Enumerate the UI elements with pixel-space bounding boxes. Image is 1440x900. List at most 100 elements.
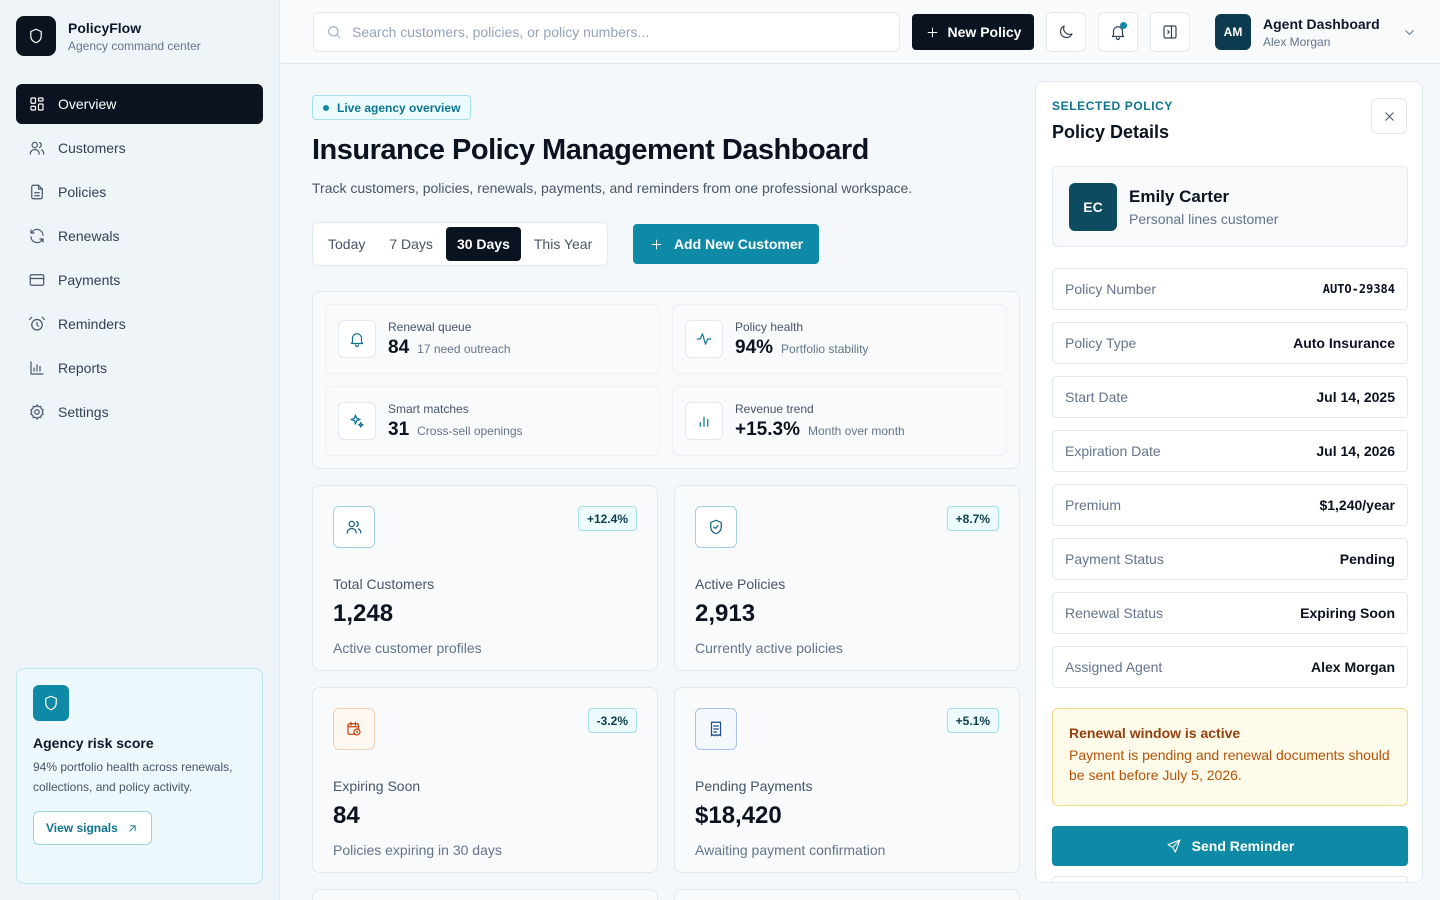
insight-label: Renewal queue xyxy=(388,319,472,334)
field-expiration-date: Expiration Date Jul 14, 2026 xyxy=(1052,430,1408,472)
customer-card[interactable]: EC Emily Carter Personal lines customer xyxy=(1052,166,1408,247)
insight-revenue-trend[interactable]: Revenue trend +15.3% Month over month xyxy=(672,386,1007,456)
close-button[interactable] xyxy=(1371,98,1407,134)
sidebar-item-label: Policies xyxy=(58,184,107,200)
users-icon xyxy=(333,506,375,548)
field-label: Assigned Agent xyxy=(1065,659,1163,675)
range-this-year[interactable]: This Year xyxy=(523,227,603,261)
stat-card-pending-payments[interactable]: +5.1% Pending Payments $18,420 Awaiting … xyxy=(674,687,1020,873)
view-signals-button[interactable]: View signals xyxy=(33,811,152,845)
stat-card-total-customers[interactable]: +12.4% Total Customers 1,248 Active cust… xyxy=(312,485,658,671)
insight-label: Policy health xyxy=(735,319,804,334)
live-overview-badge: Live agency overview xyxy=(312,95,472,120)
field-value: Auto Insurance xyxy=(1293,335,1395,351)
field-label: Start Date xyxy=(1065,389,1129,405)
search-input[interactable]: Search customers, policies, or policy nu… xyxy=(313,12,900,52)
field-label: Policy Type xyxy=(1065,335,1137,351)
card-icon xyxy=(28,271,46,289)
new-policy-label: New Policy xyxy=(947,24,1022,40)
moon-icon xyxy=(1057,23,1075,41)
field-value: Jul 14, 2025 xyxy=(1316,389,1395,405)
insight-note: Month over month xyxy=(807,423,905,438)
insight-smart-matches[interactable]: Smart matches 31 Cross-sell openings xyxy=(325,386,660,456)
calendar-clock-icon xyxy=(333,708,375,750)
profile-title: Agent Dashboard xyxy=(1263,15,1380,32)
theme-toggle-button[interactable] xyxy=(1046,12,1086,52)
sparkles-icon xyxy=(338,402,376,440)
shield-logo-icon xyxy=(16,16,56,56)
panel-icon xyxy=(1161,23,1179,41)
bar-chart-icon xyxy=(685,402,723,440)
page-subtitle: Track customers, policies, renewals, pay… xyxy=(312,180,913,196)
field-value: Expiring Soon xyxy=(1300,605,1395,621)
stat-value: 2,913 xyxy=(695,600,756,627)
bar-chart-icon xyxy=(28,359,46,377)
insight-policy-health[interactable]: Policy health 94% Portfolio stability xyxy=(672,304,1007,374)
insight-renewal-queue[interactable]: Renewal queue 84 17 need outreach xyxy=(325,304,660,374)
change-badge: +12.4% xyxy=(577,506,637,531)
sidebar-item-reports[interactable]: Reports xyxy=(16,348,263,388)
date-range-selector: Today 7 Days 30 Days This Year xyxy=(312,222,609,266)
field-policy-type: Policy Type Auto Insurance xyxy=(1052,322,1408,364)
range-today[interactable]: Today xyxy=(317,227,376,261)
stat-card-expiring-soon[interactable]: -3.2% Expiring Soon 84 Policies expiring… xyxy=(312,687,658,873)
sidebar: PolicyFlow Agency command center Overvie… xyxy=(0,0,280,900)
range-30-days[interactable]: 30 Days xyxy=(445,227,521,261)
sidebar-item-renewals[interactable]: Renewals xyxy=(16,216,263,256)
field-label: Premium xyxy=(1065,497,1122,513)
topbar: Search customers, policies, or policy nu… xyxy=(281,0,1440,64)
shield-icon xyxy=(33,685,69,721)
bell-icon xyxy=(338,320,376,358)
notifications-button[interactable] xyxy=(1098,12,1138,52)
view-signals-label: View signals xyxy=(46,821,118,835)
range-7-days[interactable]: 7 Days xyxy=(378,227,444,261)
brand-name: PolicyFlow xyxy=(68,19,142,36)
add-customer-button[interactable]: Add New Customer xyxy=(633,224,819,264)
field-value: $1,240/year xyxy=(1319,497,1395,513)
main-content: Live agency overview Insurance Policy Ma… xyxy=(312,64,1020,900)
stat-card-active-policies[interactable]: +8.7% Active Policies 2,913 Currently ac… xyxy=(674,485,1020,671)
stat-note: Currently active policies xyxy=(695,640,843,656)
receipt-icon xyxy=(695,708,737,750)
sidebar-item-label: Renewals xyxy=(58,228,120,244)
field-start-date: Start Date Jul 14, 2025 xyxy=(1052,376,1408,418)
change-badge: +8.7% xyxy=(946,506,999,531)
sidebar-item-reminders[interactable]: Reminders xyxy=(16,304,263,344)
send-reminder-button[interactable]: Send Reminder xyxy=(1052,826,1408,866)
field-value: Jul 14, 2026 xyxy=(1316,443,1395,459)
field-label: Payment Status xyxy=(1065,551,1164,567)
alert-body: Payment is pending and renewal documents… xyxy=(1069,747,1390,783)
insight-label: Revenue trend xyxy=(735,401,814,416)
arrow-up-right-icon xyxy=(126,822,139,835)
new-policy-button[interactable]: New Policy xyxy=(912,14,1034,50)
stat-label: Total Customers xyxy=(333,576,435,592)
renewal-alert: Renewal window is active Payment is pend… xyxy=(1052,708,1408,806)
stat-note: Active customer profiles xyxy=(333,640,482,656)
stat-label: Pending Payments xyxy=(695,778,813,794)
sidebar-nav: Overview Customers Policies Renewals Pay… xyxy=(16,84,263,436)
profile-menu[interactable]: AM Agent Dashboard Alex Morgan xyxy=(1215,14,1417,50)
sidebar-item-payments[interactable]: Payments xyxy=(16,260,263,300)
stat-label: Active Policies xyxy=(695,576,786,592)
risk-score-card: Agency risk score 94% portfolio health a… xyxy=(16,668,263,884)
shield-check-icon xyxy=(695,506,737,548)
toggle-panel-button[interactable] xyxy=(1150,12,1190,52)
stat-note: Policies expiring in 30 days xyxy=(333,842,502,858)
field-assigned-agent: Assigned Agent Alex Morgan xyxy=(1052,646,1408,688)
insight-label: Smart matches xyxy=(388,401,469,416)
sidebar-item-overview[interactable]: Overview xyxy=(16,84,263,124)
page-title: Insurance Policy Management Dashboard xyxy=(312,134,869,166)
sidebar-item-customers[interactable]: Customers xyxy=(16,128,263,168)
sidebar-item-settings[interactable]: Settings xyxy=(16,392,263,432)
insight-note: Cross-sell openings xyxy=(417,423,523,438)
search-placeholder: Search customers, policies, or policy nu… xyxy=(352,24,650,40)
brand[interactable]: PolicyFlow Agency command center xyxy=(16,16,201,56)
stat-value: 1,248 xyxy=(333,600,394,627)
stat-note: Awaiting payment confirmation xyxy=(695,842,886,858)
stat-card-partial xyxy=(674,889,1020,900)
insight-value: 31 xyxy=(388,418,410,440)
risk-title: Agency risk score xyxy=(33,735,154,751)
alert-title: Renewal window is active xyxy=(1069,725,1241,741)
sidebar-item-policies[interactable]: Policies xyxy=(16,172,263,212)
field-value: Alex Morgan xyxy=(1310,659,1395,675)
